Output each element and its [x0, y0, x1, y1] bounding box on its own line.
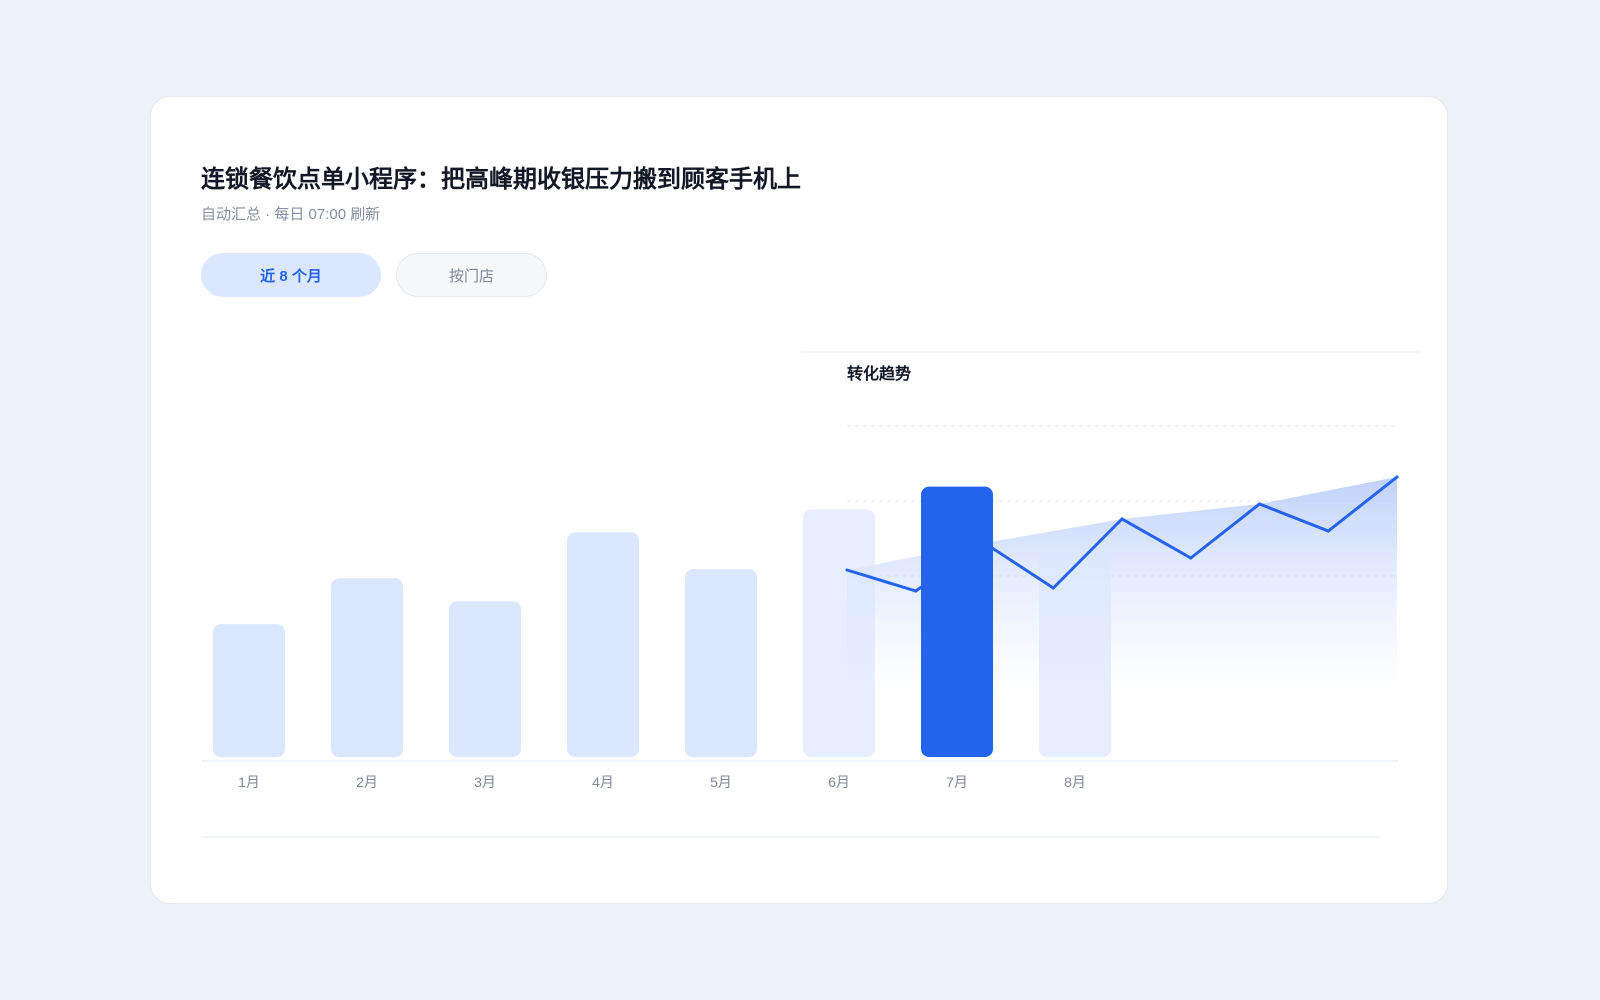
x-tick-label-1: 1月: [238, 774, 260, 790]
x-tick-label-4: 4月: [592, 774, 614, 790]
x-tick-label-6: 6月: [828, 774, 850, 790]
bar-6: [803, 509, 875, 757]
trend-point-5: [1120, 517, 1124, 521]
bar-1: [213, 624, 285, 757]
x-tick-label-7: 7月: [946, 774, 968, 790]
bar-2: [331, 578, 403, 758]
x-tick-label-3: 3月: [474, 774, 496, 790]
trend-point-2: [914, 589, 918, 593]
x-tick-label-8: 8月: [1064, 774, 1086, 790]
bar-4: [567, 532, 639, 757]
chart-canvas: 转化趋势 1月 2月 3月 4月 5月 6月 7月 8月: [201, 351, 1419, 838]
chart-card: 连锁餐饮点单小程序：把高峰期收银压力搬到顾客手机上 自动汇总 · 每日 07:0…: [150, 96, 1448, 904]
trend-point-7: [1258, 502, 1261, 506]
trend-point-3: [983, 541, 986, 545]
trend-point-9: [1395, 475, 1399, 479]
trend-point-4: [1051, 586, 1055, 590]
bar-5: [685, 569, 757, 757]
trend-point-1: [845, 568, 849, 572]
trend-point-6: [1189, 556, 1193, 560]
trend-point-8: [1326, 529, 1330, 533]
inset-title: 转化趋势: [847, 364, 911, 383]
bar-3: [449, 601, 521, 757]
x-tick-label-5: 5月: [710, 774, 732, 790]
x-tick-label-2: 2月: [356, 774, 378, 790]
bar-7: [921, 486, 993, 757]
bar-8: [1039, 550, 1111, 758]
